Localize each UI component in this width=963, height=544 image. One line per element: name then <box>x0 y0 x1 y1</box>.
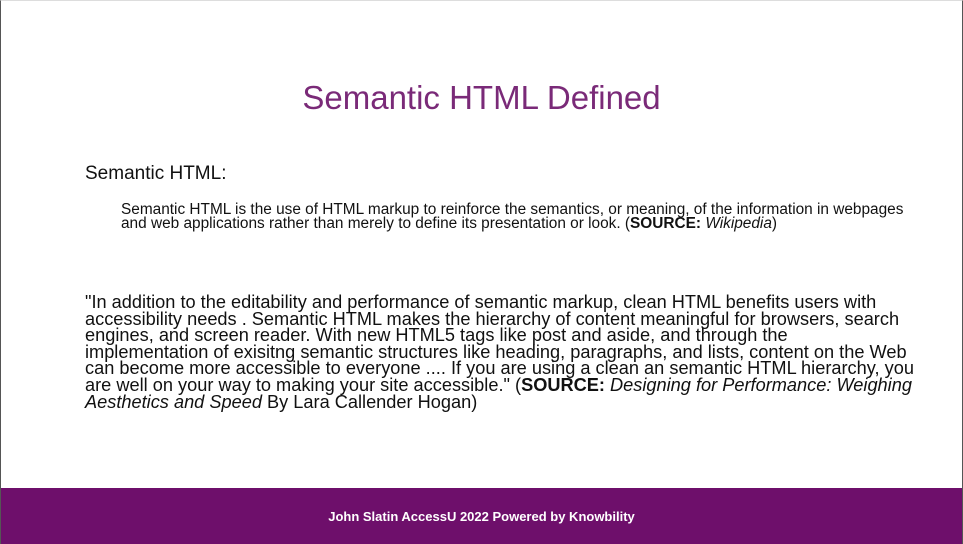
slide-title: Semantic HTML Defined <box>302 79 661 116</box>
definition-source-label: SOURCE: <box>630 215 702 232</box>
definition-paragraph: Semantic HTML is the use of HTML markup … <box>121 201 911 232</box>
footer-text: John Slatin AccessU 2022 Powered by Know… <box>328 508 635 524</box>
quote-paragraph: "In addition to the editability and perf… <box>85 293 915 412</box>
quote-source-label: SOURCE: <box>521 374 605 395</box>
quote-close: ) <box>471 391 478 412</box>
definition-text: Semantic HTML is the use of HTML markup … <box>121 201 904 232</box>
definition-source-name: Wikipedia <box>705 215 772 232</box>
footer-bar: John Slatin AccessU 2022 Powered by Know… <box>1 488 962 544</box>
section-heading: Semantic HTML: <box>85 163 227 184</box>
slide: Semantic HTML Defined Semantic HTML: Sem… <box>0 0 963 544</box>
definition-close: ) <box>771 215 778 232</box>
quote-source-author: By Lara Callender Hogan <box>261 391 472 412</box>
